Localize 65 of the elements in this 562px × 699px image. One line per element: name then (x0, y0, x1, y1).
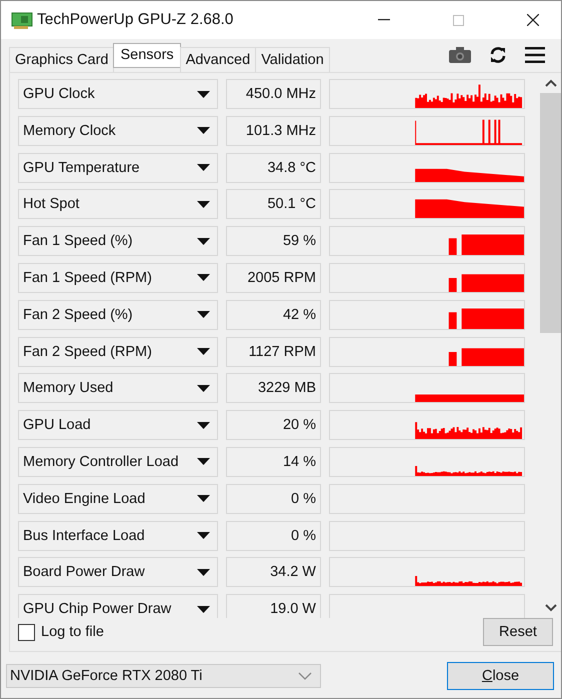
dropdown-arrow-icon (197, 90, 210, 98)
dropdown-arrow-icon (197, 127, 210, 134)
sensor-value: 42 % (226, 300, 321, 330)
minimize-icon[interactable] (378, 19, 390, 21)
sensor-name-dropdown[interactable]: Fan 1 Speed (RPM) (18, 262, 218, 293)
sensor-name-dropdown[interactable]: Video Engine Load (18, 484, 218, 514)
checkbox-label: Log to file (41, 624, 104, 640)
sensor-name-dropdown[interactable]: Fan 2 Speed (%) (18, 300, 218, 330)
dropdown-arrow-icon (197, 568, 210, 576)
dropdown-arrow-icon (197, 606, 210, 613)
sensor-value: 1127 RPM (226, 336, 321, 367)
sensor-name-dropdown[interactable]: Fan 1 Speed (%) (18, 226, 218, 256)
dropdown-arrow-icon (197, 164, 210, 172)
sensor-value: 3229 MB (226, 373, 321, 404)
dropdown-arrow-icon (197, 348, 210, 356)
chevron-down-icon (298, 672, 312, 680)
window-title: TechPowerUp GPU-Z 2.68.0 (37, 11, 234, 29)
scroll-down-icon[interactable] (544, 604, 556, 612)
tab[interactable]: Sensors (113, 43, 181, 68)
sensor-name-dropdown[interactable]: Memory Controller Load (18, 446, 218, 477)
checkbox[interactable] (18, 624, 35, 640)
scroll-up-icon[interactable] (544, 79, 556, 87)
scroll-thumb[interactable] (540, 93, 561, 333)
close-icon[interactable] (527, 14, 539, 26)
sensor-name-dropdown[interactable]: Board Power Draw (18, 557, 218, 588)
sensor-name-dropdown[interactable]: Memory Clock (18, 116, 218, 146)
sensor-value: 101.3 MHz (226, 116, 321, 146)
sensor-name-dropdown[interactable]: GPU Load (18, 410, 218, 440)
sensor-value: 14 % (226, 446, 321, 477)
refresh-icon[interactable] (489, 46, 507, 64)
sensor-name-dropdown[interactable]: GPU Temperature (18, 152, 218, 183)
gpu-select-dropdown[interactable]: NVIDIA GeForce RTX 2080 Ti (6, 664, 321, 688)
sensor-name-dropdown[interactable]: Memory Used (18, 373, 218, 404)
sensor-name-dropdown[interactable]: Bus Interface Load (18, 520, 218, 551)
dropdown-arrow-icon (197, 532, 210, 540)
sensor-value: 2005 RPM (226, 262, 321, 293)
sensor-value: 450.0 MHz (226, 79, 321, 109)
sensor-value: 50.1 °C (226, 189, 321, 220)
dropdown-arrow-icon (197, 422, 210, 429)
camera-icon[interactable] (449, 47, 471, 63)
sensor-value: 19.0 W (226, 594, 321, 618)
sensor-value: 34.2 W (226, 557, 321, 588)
sensor-value: 34.8 °C (226, 152, 321, 183)
sensor-name-dropdown[interactable]: Fan 2 Speed (RPM) (18, 336, 218, 367)
app-icon (11, 11, 33, 29)
close-button[interactable]: Close (447, 662, 554, 690)
sensor-value: 59 % (226, 226, 321, 256)
tab[interactable]: Validation (255, 47, 330, 72)
reset-button[interactable]: Reset (483, 618, 553, 646)
dropdown-arrow-icon (197, 200, 210, 208)
sensor-name-dropdown[interactable]: GPU Clock (18, 79, 218, 109)
dropdown-arrow-icon (197, 458, 210, 466)
tab[interactable]: Graphics Card (9, 47, 114, 72)
dropdown-arrow-icon (197, 311, 210, 318)
sensor-value: 0 % (226, 484, 321, 514)
sensor-name-dropdown[interactable]: GPU Chip Power Draw (18, 594, 218, 618)
tab[interactable]: Advanced (180, 47, 256, 72)
dropdown-arrow-icon (197, 384, 210, 392)
dropdown-arrow-icon (197, 495, 210, 502)
sensor-name-dropdown[interactable]: Hot Spot (18, 189, 218, 220)
dropdown-arrow-icon (197, 274, 210, 282)
sensor-value: 0 % (226, 520, 321, 551)
menu-icon[interactable] (525, 47, 545, 63)
sensor-value: 20 % (226, 410, 321, 440)
dropdown-arrow-icon (197, 238, 210, 245)
